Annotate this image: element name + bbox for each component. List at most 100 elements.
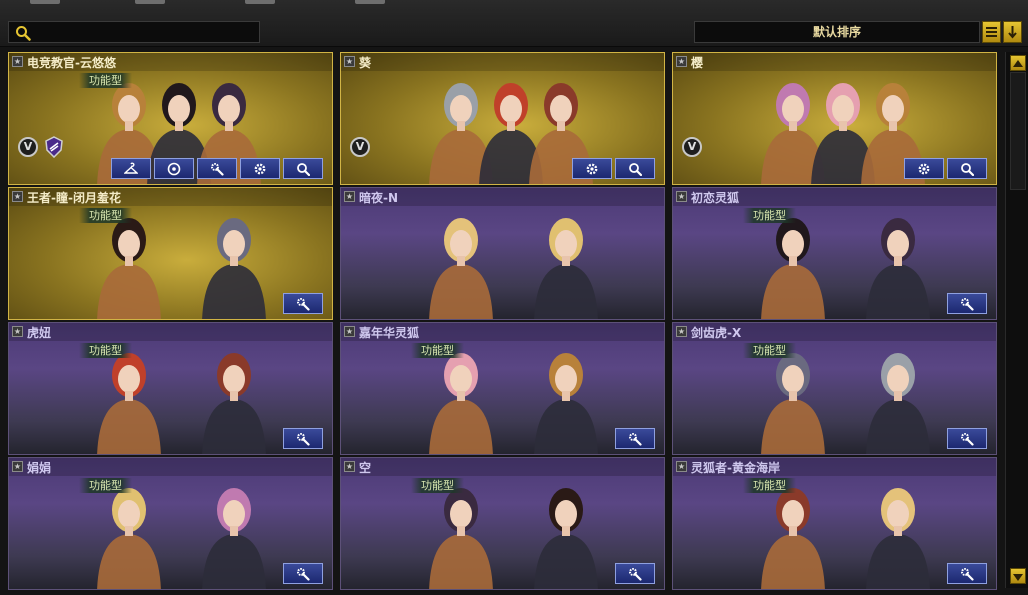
scroll-thumb[interactable] (1010, 72, 1026, 190)
character-figure (97, 218, 161, 319)
character-card[interactable]: ★ 娟娟 功能型 (8, 457, 333, 590)
character-figure (429, 218, 493, 319)
card-name: 剑齿虎-X (691, 326, 742, 340)
gear-button[interactable] (904, 158, 944, 179)
character-figure (429, 353, 493, 454)
card-type-tag: 功能型 (743, 208, 796, 223)
character-card[interactable]: ★ 灵狐者-黄金海岸 功能型 (672, 457, 997, 590)
character-figure (761, 353, 825, 454)
character-figure (866, 218, 930, 319)
list-icon (986, 27, 997, 37)
search-icon (297, 163, 310, 176)
gear-wrench-button[interactable] (283, 293, 323, 314)
gear-wrench-button[interactable] (947, 428, 987, 449)
disc-button[interactable] (154, 158, 194, 179)
sort-order-button[interactable] (1003, 21, 1022, 43)
character-card[interactable]: ★ 空功能型 (340, 457, 665, 590)
character-card[interactable]: ★ 电竞教官-云悠悠功能型 V (8, 52, 333, 185)
gear-wrench-icon (211, 163, 224, 176)
gear-wrench-button[interactable] (615, 563, 655, 584)
v-badge-icon: V (18, 137, 38, 157)
search-icon (16, 26, 31, 41)
search-button[interactable] (947, 158, 987, 179)
star-icon: ★ (12, 191, 23, 202)
hanger-button[interactable] (111, 158, 151, 179)
card-type-tag: 功能型 (79, 343, 132, 358)
character-card[interactable]: ★ 王者-瞳-闭月羞花 功能型 (8, 187, 333, 320)
top-tab-indicator[interactable] (135, 0, 165, 4)
star-icon: ★ (676, 191, 687, 202)
gear-wrench-button[interactable] (197, 158, 237, 179)
gear-wrench-button[interactable] (283, 428, 323, 449)
character-figure (761, 218, 825, 319)
card-header (9, 323, 332, 341)
gear-wrench-icon (629, 568, 642, 581)
gear-button[interactable] (572, 158, 612, 179)
sort-list-button[interactable] (982, 21, 1001, 43)
star-icon: ★ (676, 326, 687, 337)
character-card[interactable]: ★ 初恋灵狐 功能型 (672, 187, 997, 320)
card-name: 嘉年华灵狐 (359, 326, 420, 340)
card-header (341, 458, 664, 476)
gear-icon (586, 163, 598, 175)
search-button[interactable] (615, 158, 655, 179)
search-icon (961, 163, 974, 176)
gear-wrench-icon (961, 298, 974, 311)
top-tab-indicator[interactable] (30, 0, 60, 4)
search-input[interactable] (8, 21, 260, 43)
gear-wrench-icon (297, 433, 310, 446)
character-card[interactable]: ★ 虎妞 功能型 (8, 322, 333, 455)
gear-wrench-icon (961, 433, 974, 446)
card-name: 王者-瞳-闭月羞花 (27, 191, 121, 205)
arrow-up-icon (1013, 60, 1023, 67)
character-card[interactable]: ★ 葵 V (340, 52, 665, 185)
star-icon: ★ (676, 461, 687, 472)
character-figure (97, 353, 161, 454)
v-badge-icon: V (350, 137, 370, 157)
card-header (9, 458, 332, 476)
scroll-down-button[interactable] (1010, 568, 1026, 584)
disc-icon (167, 162, 181, 176)
character-figure (202, 218, 266, 319)
hanger-icon (124, 162, 138, 174)
character-card[interactable]: ★ 樱 V (672, 52, 997, 185)
gear-wrench-button[interactable] (947, 293, 987, 314)
top-tab-indicator[interactable] (245, 0, 275, 4)
gear-button[interactable] (240, 158, 280, 179)
character-card[interactable]: ★ 嘉年华灵狐功能型 (340, 322, 665, 455)
character-figure (202, 353, 266, 454)
top-bar: 默认排序 (0, 0, 1028, 47)
gear-icon (918, 163, 930, 175)
gear-wrench-button[interactable] (283, 563, 323, 584)
gear-wrench-icon (297, 298, 310, 311)
character-portraits (429, 218, 598, 319)
top-tab-indicator[interactable] (355, 0, 385, 4)
gear-wrench-icon (297, 568, 310, 581)
character-figure (534, 488, 598, 589)
character-card[interactable]: ★ 剑齿虎-X 功能型 (672, 322, 997, 455)
gear-wrench-button[interactable] (615, 428, 655, 449)
character-card[interactable]: ★ 暗夜-N (340, 187, 665, 320)
card-name: 电竞教官-云悠悠 (27, 56, 116, 70)
card-header (673, 53, 996, 71)
card-name: 虎妞 (27, 326, 52, 340)
scrollbar[interactable] (1005, 52, 1028, 588)
character-figure (97, 488, 161, 589)
gear-wrench-button[interactable] (947, 563, 987, 584)
search-button[interactable] (283, 158, 323, 179)
arrow-down-icon (1008, 26, 1017, 39)
card-name: 娟娟 (27, 461, 52, 475)
scroll-up-button[interactable] (1010, 55, 1026, 71)
card-type-tag: 功能型 (79, 73, 132, 88)
card-name: 空 (359, 461, 372, 475)
gear-wrench-icon (961, 568, 974, 581)
character-figure (534, 218, 598, 319)
sort-dropdown[interactable]: 默认排序 (694, 21, 980, 43)
star-icon: ★ (12, 461, 23, 472)
star-icon: ★ (12, 56, 23, 67)
card-name: 初恋灵狐 (691, 191, 740, 205)
star-icon: ★ (344, 326, 355, 337)
card-type-tag: 功能型 (411, 343, 464, 358)
card-name: 灵狐者-黄金海岸 (691, 461, 780, 475)
sort-label: 默认排序 (812, 25, 861, 39)
